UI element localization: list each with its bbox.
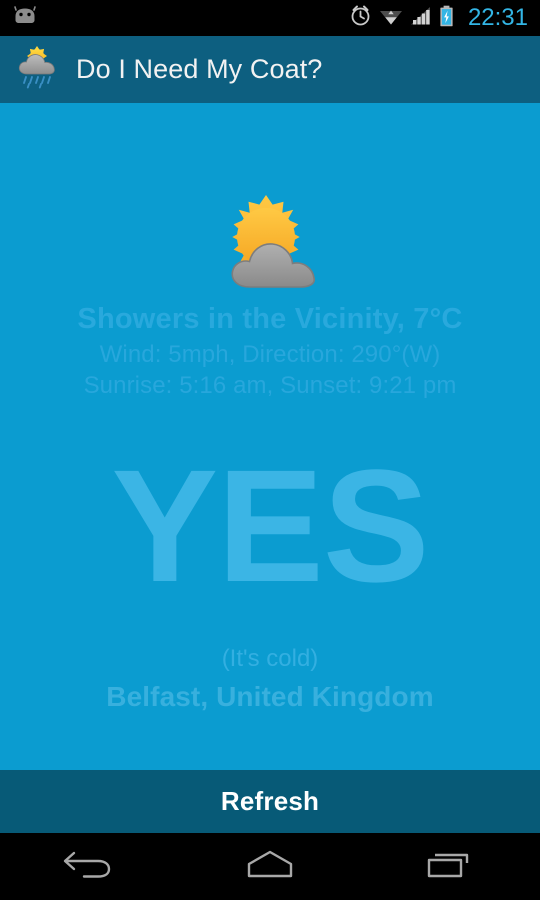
action-bar: Do I Need My Coat?	[0, 36, 540, 103]
status-bar-clock: 22:31	[467, 4, 528, 31]
weather-sun-times: Sunrise: 5:16 am, Sunset: 9:21 pm	[83, 372, 457, 399]
sun-rain-cloud-icon	[13, 44, 63, 95]
home-icon	[242, 847, 298, 886]
weather-content: Showers in the Vicinity, 7°C Wind: 5mph,…	[0, 103, 540, 770]
cellular-signal-icon	[410, 6, 432, 31]
location-label: Belfast, United Kingdom	[106, 681, 434, 712]
sun-behind-cloud-icon	[214, 189, 326, 298]
back-icon	[62, 847, 118, 886]
weather-wind: Wind: 5mph, Direction: 290°(W)	[99, 341, 441, 368]
refresh-button[interactable]: Refresh	[0, 770, 540, 833]
status-bar: 22:31	[0, 0, 540, 36]
nav-home-button[interactable]	[180, 833, 360, 900]
coat-verdict: YES	[111, 436, 429, 615]
weather-icon-container	[0, 189, 540, 298]
alarm-clock-icon	[349, 4, 372, 32]
wifi-icon	[379, 6, 403, 31]
page-title: Do I Need My Coat?	[76, 54, 323, 84]
status-bar-notifications	[0, 5, 349, 32]
battery-charging-icon	[439, 5, 454, 32]
weather-condition: Showers in the Vicinity, 7°C	[77, 303, 463, 335]
navigation-bar	[0, 833, 540, 900]
device-screen: 22:31 Do I Need My Coat? Showers in the …	[0, 0, 540, 900]
android-robot-icon	[12, 5, 38, 32]
nav-recents-button[interactable]	[360, 833, 540, 900]
weather-details: Showers in the Vicinity, 7°C Wind: 5mph,…	[0, 299, 540, 401]
verdict-reason: (It's cold)	[221, 645, 319, 672]
status-bar-system-icons: 22:31	[349, 0, 540, 36]
nav-back-button[interactable]	[0, 833, 180, 900]
recent-apps-icon	[422, 847, 478, 886]
